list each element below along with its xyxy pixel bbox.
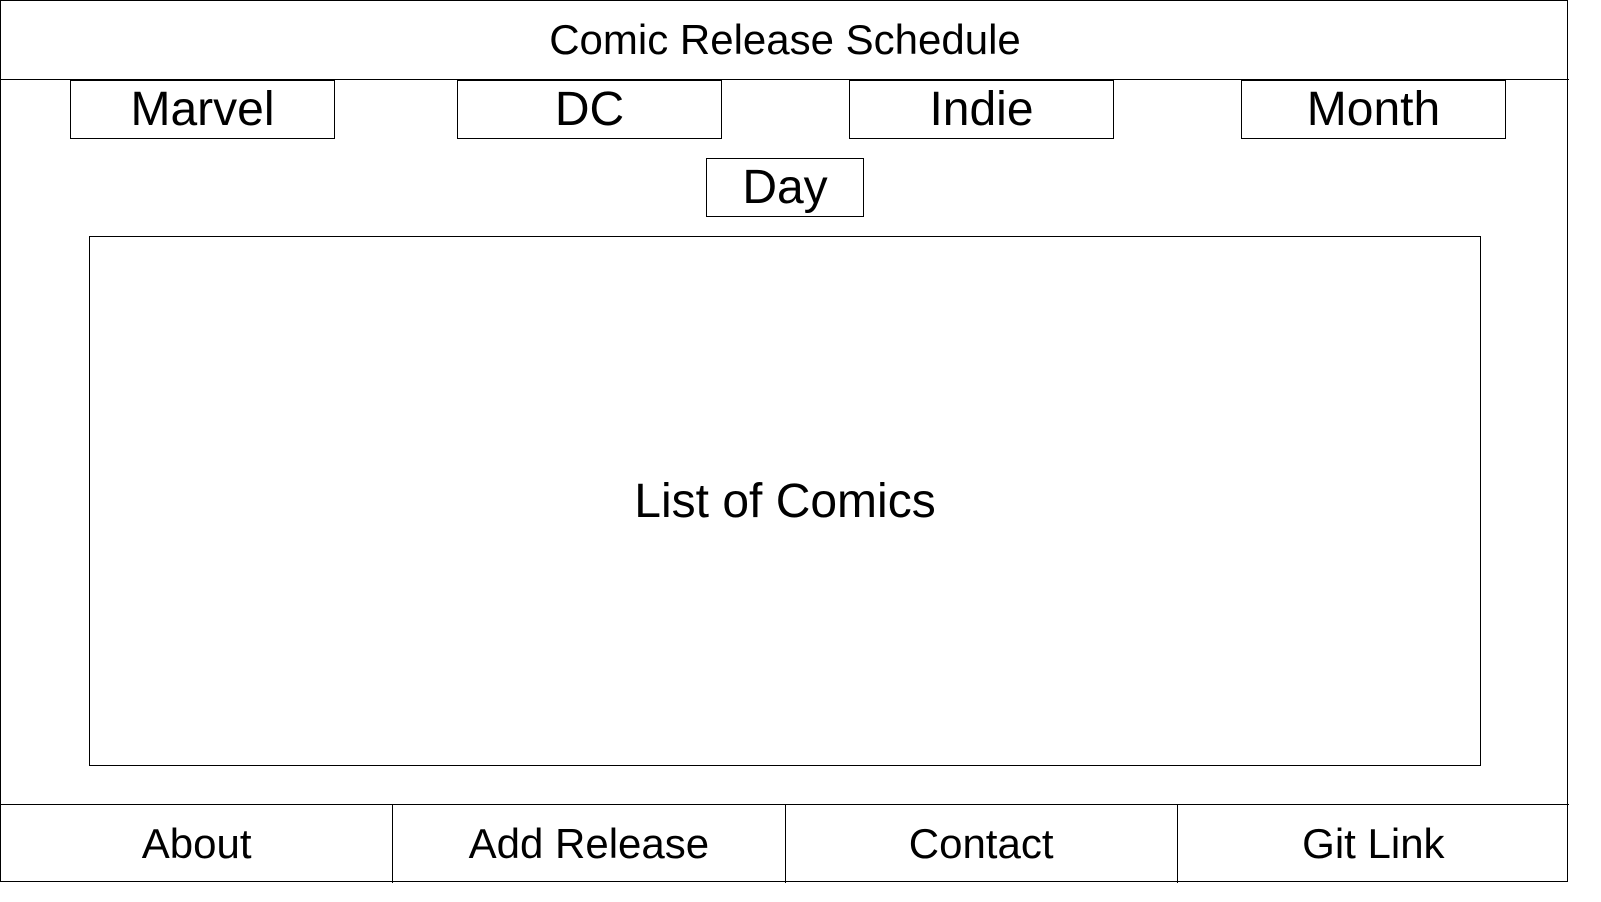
footer-contact-link[interactable]: Contact (784, 805, 1177, 883)
indie-filter-button[interactable]: Indie (849, 80, 1114, 139)
dc-filter-button[interactable]: DC (457, 80, 722, 139)
footer-add-release-link[interactable]: Add Release (392, 805, 784, 883)
page-title: Comic Release Schedule (1, 1, 1569, 80)
footer-about-link[interactable]: About (1, 805, 392, 883)
comics-list-placeholder: List of Comics (634, 474, 936, 528)
day-filter-button[interactable]: Day (706, 158, 864, 217)
month-filter-button[interactable]: Month (1241, 80, 1506, 139)
app-frame: Comic Release Schedule Marvel DC Indie M… (0, 0, 1569, 883)
comics-list-panel: List of Comics (89, 236, 1481, 766)
footer-nav: About Add Release Contact Git Link (1, 804, 1569, 883)
marvel-filter-button[interactable]: Marvel (70, 80, 335, 139)
footer-git-link[interactable]: Git Link (1176, 805, 1569, 883)
